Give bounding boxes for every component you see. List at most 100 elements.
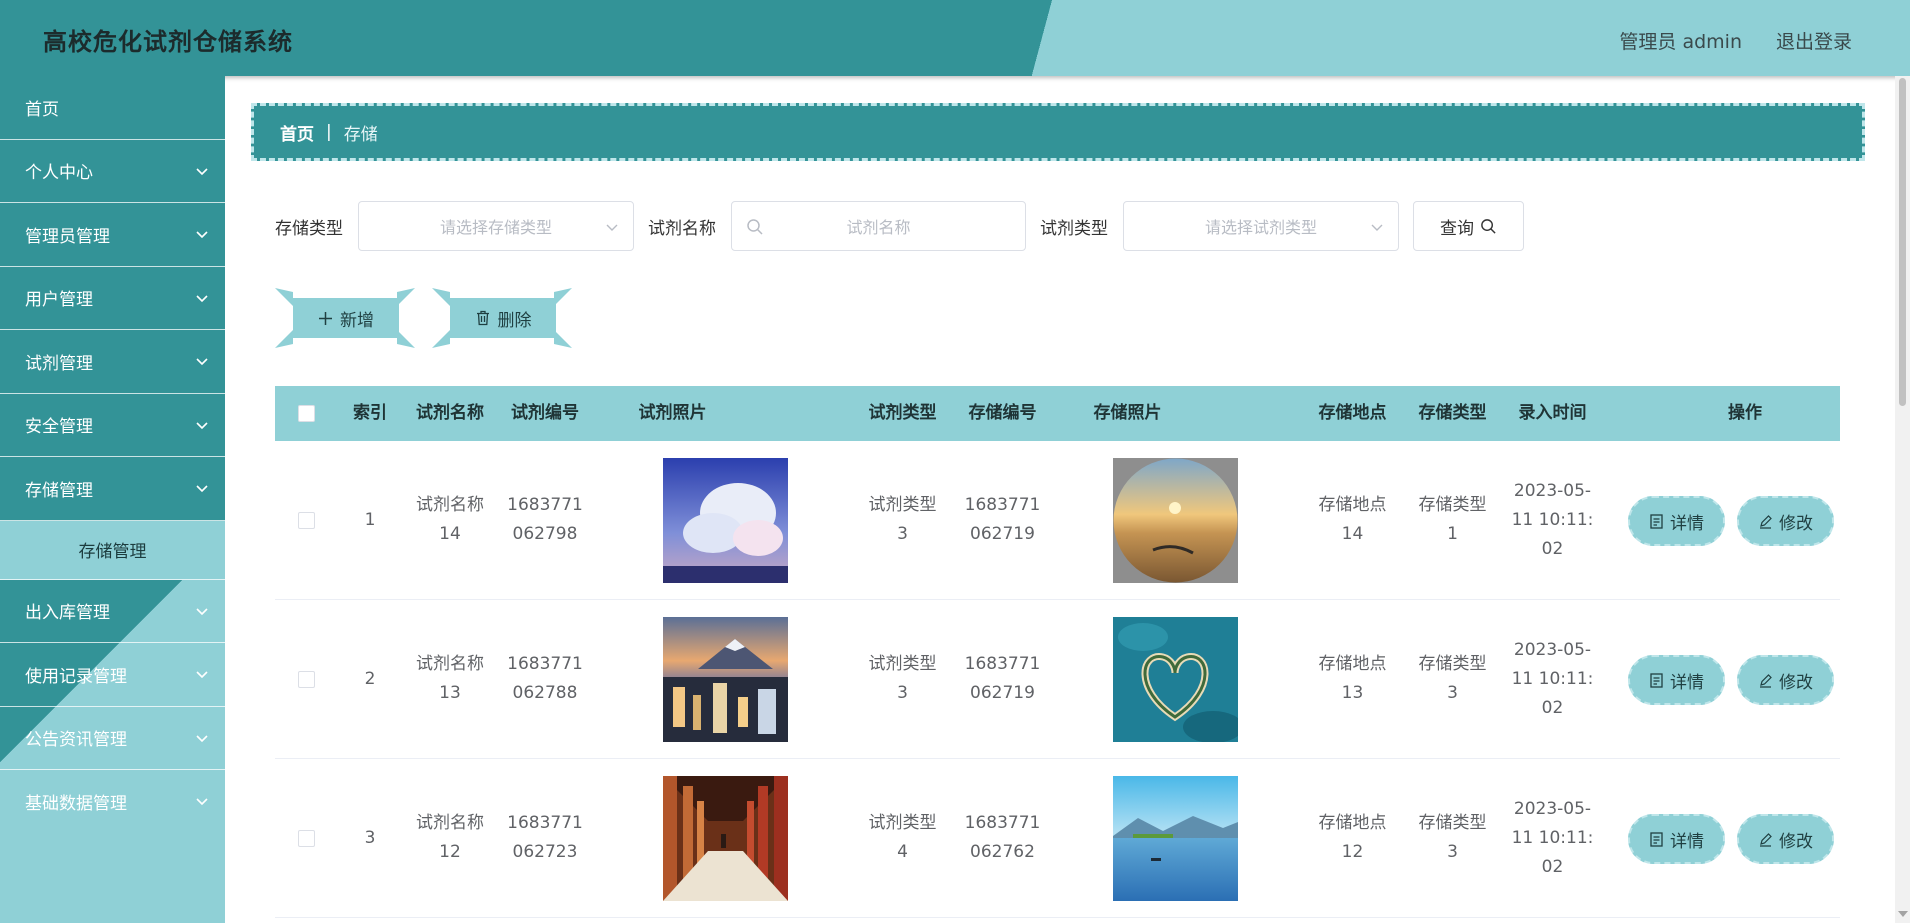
select-all-checkbox[interactable]	[298, 405, 315, 422]
row-entry-time: 2023-05- 11 10:11: 02	[1511, 799, 1594, 877]
query-label: 查询	[1440, 218, 1474, 239]
search-icon	[747, 219, 763, 235]
row-reagent-type: 试剂类型 3	[868, 495, 937, 544]
row-reagent-name: 试剂名称 12	[416, 813, 484, 862]
add-button[interactable]: 新增	[275, 288, 415, 348]
column-header-reagent-name: 试剂名称	[416, 403, 484, 423]
sidebar-item-label: 出入库管理	[25, 603, 110, 624]
edit-button[interactable]: 修改	[1737, 496, 1834, 546]
sidebar-item-base-data-management[interactable]: 基础数据管理	[0, 770, 225, 834]
storage-type-label: 存储类型	[275, 218, 343, 239]
scrollbar-thumb[interactable]	[1899, 78, 1906, 406]
sidebar-item-reagent-management[interactable]: 试剂管理	[0, 330, 225, 394]
sidebar-subitem-storage-management[interactable]: 存储管理	[0, 520, 225, 580]
chevron-down-icon	[196, 421, 208, 429]
storage-type-placeholder: 请选择存储类型	[439, 218, 552, 237]
document-icon	[1650, 831, 1663, 847]
reagent-photo[interactable]	[663, 458, 788, 583]
logout-button[interactable]: 退出登录	[1776, 27, 1852, 54]
current-user-label: 管理员 admin	[1619, 31, 1742, 53]
table-row: 2 试剂名称 13 1683771 062788 试剂类型 3 1683771 0627…	[275, 600, 1840, 759]
row-reagent-name: 试剂名称 14	[416, 495, 484, 544]
sidebar-item-label: 管理员管理	[25, 226, 110, 247]
column-header-storage-location: 存储地点	[1318, 403, 1387, 423]
delete-button-body: 删除	[450, 298, 556, 338]
storage-type-select[interactable]: 请选择存储类型	[358, 201, 634, 251]
sidebar-item-label: 个人中心	[25, 163, 93, 184]
chevron-down-icon	[196, 671, 208, 679]
row-reagent-code: 1683771 062788	[507, 654, 583, 703]
heart-island-image	[1113, 617, 1238, 742]
detail-label: 详情	[1670, 513, 1704, 534]
column-header-reagent-code: 试剂编号	[511, 403, 579, 423]
sidebar-item-personal-center[interactable]: 个人中心	[0, 140, 225, 203]
row-reagent-name: 试剂名称 13	[416, 654, 484, 703]
sidebar-item-safety-management[interactable]: 安全管理	[0, 394, 225, 457]
city-mountain-image	[663, 617, 788, 742]
chevron-down-icon	[196, 607, 208, 615]
column-header-entry-time: 录入时间	[1518, 403, 1587, 423]
column-header-reagent-photo: 试剂照片	[638, 403, 707, 423]
reagent-type-select[interactable]: 请选择试剂类型	[1123, 201, 1399, 251]
add-button-body: 新增	[293, 298, 399, 338]
desert-sunset-image	[1113, 458, 1238, 583]
row-checkbox[interactable]	[298, 512, 315, 529]
detail-button[interactable]: 详情	[1628, 655, 1725, 705]
document-icon	[1650, 672, 1663, 688]
storage-photo[interactable]	[1113, 458, 1238, 583]
detail-button[interactable]: 详情	[1628, 814, 1725, 864]
row-checkbox[interactable]	[298, 671, 315, 688]
row-storage-type: 存储类型 3	[1418, 813, 1487, 862]
storage-photo[interactable]	[1113, 617, 1238, 742]
query-button[interactable]: 查询	[1413, 201, 1524, 251]
detail-button[interactable]: 详情	[1628, 496, 1725, 546]
row-storage-location: 存储地点 12	[1318, 813, 1387, 862]
sidebar-item-label: 公告资讯管理	[25, 730, 127, 751]
sidebar-item-announcement-management[interactable]: 公告资讯管理	[0, 707, 225, 770]
edit-icon	[1760, 832, 1772, 847]
reagent-type-label: 试剂类型	[1040, 218, 1108, 239]
row-entry-time: 2023-05- 11 10:11: 02	[1511, 640, 1594, 718]
sidebar-item-label: 使用记录管理	[25, 666, 127, 687]
sidebar-item-storage-management[interactable]: 存储管理	[0, 457, 225, 521]
row-checkbox[interactable]	[298, 830, 315, 847]
sidebar-item-usage-record-management[interactable]: 使用记录管理	[0, 643, 225, 707]
row-entry-time: 2023-05- 11 10:11: 02	[1511, 481, 1594, 559]
chevron-down-icon	[196, 798, 208, 806]
sidebar-item-label: 存储管理	[25, 480, 93, 501]
sidebar-item-label: 首页	[25, 99, 59, 120]
sidebar-item-label: 安全管理	[25, 417, 93, 438]
column-header-storage-code: 存储编号	[968, 403, 1037, 423]
breadcrumb-separator: |	[326, 122, 332, 142]
sidebar-item-admin-management[interactable]: 管理员管理	[0, 203, 225, 267]
column-header-actions: 操作	[1728, 403, 1762, 423]
sidebar-item-inout-management[interactable]: 出入库管理	[0, 580, 225, 643]
edit-button[interactable]: 修改	[1737, 814, 1834, 864]
edit-label: 修改	[1779, 672, 1813, 693]
reagent-name-input[interactable]: 试剂名称	[731, 201, 1026, 251]
chevron-down-icon	[196, 231, 208, 239]
storage-table: 索引 试剂名称 试剂编号 试剂照片 试剂类型 存储编号 存储照片 存储地点 存储…	[275, 386, 1840, 918]
lake-image	[1113, 776, 1238, 901]
storage-photo[interactable]	[1113, 776, 1238, 901]
table-header: 索引 试剂名称 试剂编号 试剂照片 试剂类型 存储编号 存储照片 存储地点 存储…	[275, 386, 1840, 441]
sidebar-item-user-management[interactable]: 用户管理	[0, 267, 225, 330]
edit-icon	[1760, 673, 1772, 688]
column-header-reagent-type: 试剂类型	[868, 403, 937, 423]
scroll-down-arrow-icon[interactable]	[1898, 911, 1908, 917]
sky-clouds-image	[663, 458, 788, 583]
reagent-photo[interactable]	[663, 776, 788, 901]
row-storage-location: 存储地点 13	[1318, 654, 1387, 703]
reagent-photo[interactable]	[663, 617, 788, 742]
edit-button[interactable]: 修改	[1737, 655, 1834, 705]
top-header: 高校危化试剂仓储系统 管理员 admin 退出登录	[0, 0, 1910, 76]
breadcrumb-home[interactable]: 首页	[280, 120, 314, 145]
row-index: 1	[364, 510, 376, 530]
sidebar-item-home[interactable]: 首页	[0, 76, 225, 140]
row-reagent-type: 试剂类型 4	[868, 813, 937, 862]
delete-button[interactable]: 删除	[432, 288, 572, 348]
row-storage-location: 存储地点 14	[1318, 495, 1387, 544]
table-row: 1 试剂名称 14 1683771 062798 试剂类型 3 1683771 0627…	[275, 441, 1840, 600]
column-header-storage-photo: 存储照片	[1093, 403, 1162, 423]
page-scrollbar[interactable]	[1895, 76, 1910, 923]
